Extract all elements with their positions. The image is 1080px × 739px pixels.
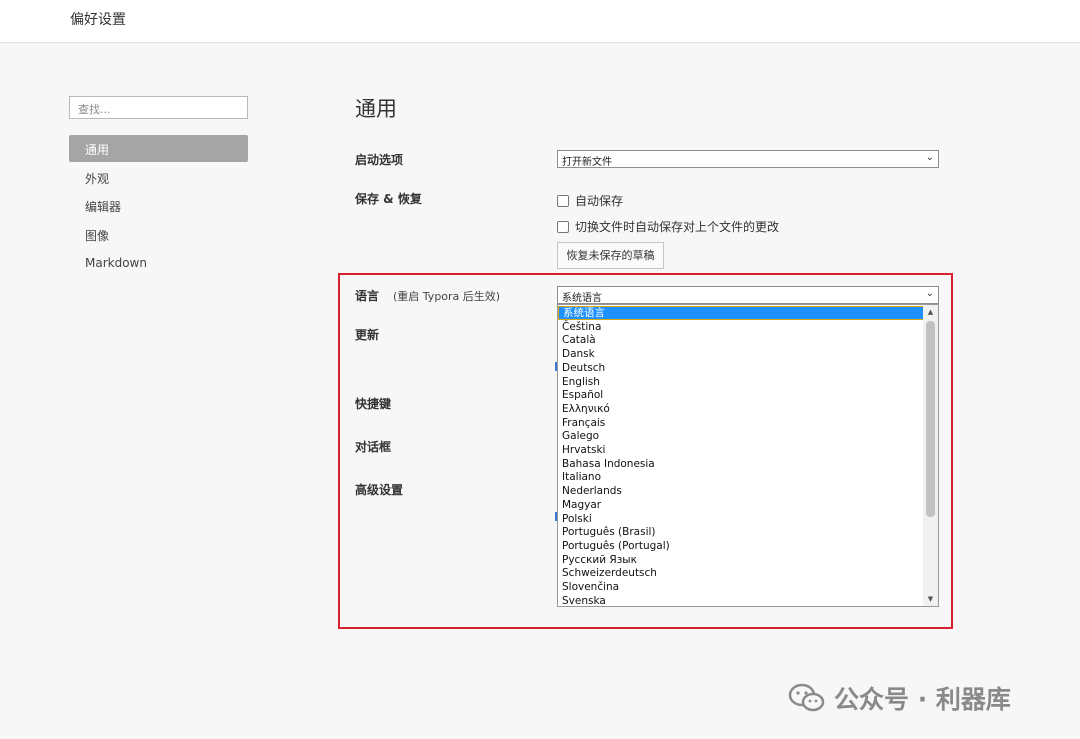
language-note: (重启 Typora 后生效) [393,290,501,303]
autosave-row[interactable]: 自动保存 [557,192,623,209]
autosave-on-switch-label: 切换文件时自动保存对上个文件的更改 [575,220,780,234]
language-label-row: 语言 (重启 Typora 后生效) [355,287,500,304]
language-option[interactable]: Português (Portugal) [558,539,924,553]
watermark: 公众号 · 利器库 [788,680,1011,716]
startup-select[interactable]: 打开新文件 ⌄ [557,150,939,168]
update-label: 更新 [355,328,380,342]
language-label: 语言 [355,289,380,303]
language-select-value: 系统语言 [562,293,602,304]
watermark-text: 公众号 · 利器库 [834,685,1011,714]
language-option[interactable]: Slovenčina [558,580,924,594]
scroll-thumb[interactable] [926,321,935,517]
dialog-label: 对话框 [355,440,392,454]
title-bar: 偏好设置 [0,0,1080,43]
restore-drafts-button[interactable]: 恢复未保存的草稿 [557,242,664,269]
language-option[interactable]: Svenska [558,594,924,606]
scroll-up-icon[interactable]: ▲ [923,305,938,319]
language-option[interactable]: Hrvatski [558,443,924,457]
language-option[interactable]: Català [558,333,924,347]
language-select[interactable]: 系统语言 ⌄ [557,286,939,304]
language-option[interactable]: Español [558,388,924,402]
language-option[interactable]: Schweizerdeutsch [558,566,924,580]
language-option[interactable]: English [558,375,924,389]
language-option[interactable]: Magyar [558,498,924,512]
shortcuts-label: 快捷键 [355,397,392,411]
page-title: 通用 [355,97,397,121]
language-option[interactable]: 系统语言 [558,306,924,320]
language-option[interactable]: Ελληνικό [558,402,924,416]
language-option[interactable]: Čeština [558,320,924,334]
sidebar-item-general[interactable]: 通用 [69,135,248,162]
scroll-down-icon[interactable]: ▼ [923,592,938,606]
language-option[interactable]: Português (Brasil) [558,525,924,539]
startup-select-value: 打开新文件 [562,157,612,168]
language-option[interactable]: Русский Язык [558,553,924,567]
window-title: 偏好设置 [70,12,126,28]
sidebar-item-image[interactable]: 图像 [69,221,248,248]
language-option[interactable]: Deutsch [558,361,924,375]
scrollbar[interactable]: ▲ ▼ [923,305,938,606]
startup-label: 启动选项 [355,153,404,167]
autosave-checkbox[interactable] [557,194,569,207]
autosave-label: 自动保存 [575,194,624,208]
chevron-down-icon: ⌄ [925,288,934,299]
language-option[interactable]: Italiano [558,470,924,484]
sidebar-item-editor[interactable]: 编辑器 [69,192,248,219]
autosave-on-switch-checkbox[interactable] [557,220,569,233]
sidebar-item-markdown[interactable]: Markdown [69,250,248,277]
language-option[interactable]: Nederlands [558,484,924,498]
save-restore-label: 保存 & 恢复 [355,192,422,206]
advanced-label: 高级设置 [355,483,404,497]
language-option[interactable]: Dansk [558,347,924,361]
language-option[interactable]: Bahasa Indonesia [558,457,924,471]
wechat-icon [788,683,825,712]
language-option[interactable]: Galego [558,429,924,443]
language-dropdown-list[interactable]: Svenska Slovenčina Schweizerdeutsch Русский… [557,304,939,607]
sidebar-item-appearance[interactable]: 外观 [69,164,248,191]
search-input[interactable]: 查找... [69,96,248,119]
autosave-on-switch-row[interactable]: 切换文件时自动保存对上个文件的更改 [557,218,779,235]
language-option[interactable]: Français [558,416,924,430]
chevron-down-icon: ⌄ [925,152,934,163]
language-option[interactable]: Polski [558,512,924,526]
